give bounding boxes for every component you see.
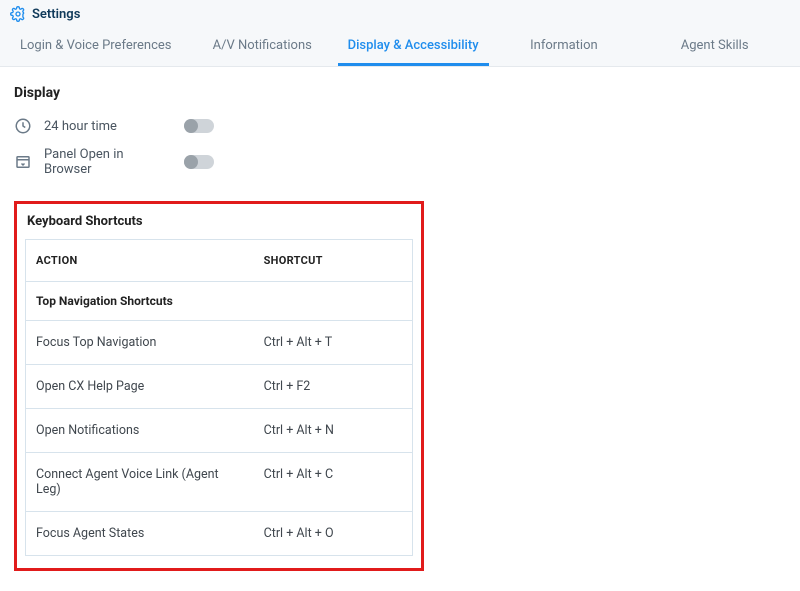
shortcut-action: Open Notifications — [26, 409, 254, 452]
table-row: Connect Agent Voice Link (Agent Leg) Ctr… — [26, 452, 412, 511]
column-header-action: ACTION — [26, 240, 254, 281]
setting-panel-open-browser: Panel Open in Browser — [14, 141, 434, 183]
shortcut-action: Connect Agent Voice Link (Agent Leg) — [26, 453, 254, 511]
shortcut-action: Focus Top Navigation — [26, 321, 254, 364]
clock-icon — [14, 117, 34, 135]
shortcut-keys: Ctrl + Alt + O — [254, 512, 412, 555]
table-row: Open Notifications Ctrl + Alt + N — [26, 408, 412, 452]
table-header-row: ACTION SHORTCUT — [26, 240, 412, 281]
settings-header: Settings — [0, 0, 800, 26]
tab-login-voice[interactable]: Login & Voice Preferences — [10, 26, 187, 66]
setting-label: 24 hour time — [44, 119, 174, 134]
shortcut-action: Focus Agent States — [26, 512, 254, 555]
panel-icon — [14, 153, 34, 171]
page-title: Settings — [32, 7, 80, 22]
tab-av-notifications[interactable]: A/V Notifications — [187, 26, 338, 66]
toggle-panel-open-browser[interactable] — [184, 155, 214, 169]
table-row: Open CX Help Page Ctrl + F2 — [26, 364, 412, 408]
gear-icon — [10, 6, 26, 22]
tab-display-accessibility[interactable]: Display & Accessibility — [338, 26, 489, 66]
shortcut-action: Open CX Help Page — [26, 365, 254, 408]
setting-label: Panel Open in Browser — [44, 147, 174, 177]
setting-24-hour-time: 24 hour time — [14, 111, 434, 141]
shortcut-keys: Ctrl + F2 — [254, 365, 412, 408]
table-row: Focus Agent States Ctrl + Alt + O — [26, 511, 412, 555]
tab-agent-skills[interactable]: Agent Skills — [639, 26, 790, 66]
toggle-24-hour-time[interactable] — [184, 119, 214, 133]
shortcut-keys: Ctrl + Alt + T — [254, 321, 412, 364]
display-section-title: Display — [14, 85, 786, 101]
table-subheading: Top Navigation Shortcuts — [26, 281, 412, 320]
keyboard-shortcuts-panel: Keyboard Shortcuts ACTION SHORTCUT Top N… — [14, 201, 424, 571]
keyboard-shortcuts-table: ACTION SHORTCUT Top Navigation Shortcuts… — [25, 239, 413, 556]
tabs-bar: Login & Voice Preferences A/V Notificati… — [0, 26, 800, 67]
shortcut-keys: Ctrl + Alt + C — [254, 453, 412, 511]
column-header-shortcut: SHORTCUT — [254, 240, 412, 281]
tab-information[interactable]: Information — [489, 26, 640, 66]
content-area: Display 24 hour time Panel Open in Brows… — [0, 67, 800, 591]
shortcut-keys: Ctrl + Alt + N — [254, 409, 412, 452]
table-row: Focus Top Navigation Ctrl + Alt + T — [26, 320, 412, 364]
keyboard-shortcuts-title: Keyboard Shortcuts — [25, 210, 413, 239]
